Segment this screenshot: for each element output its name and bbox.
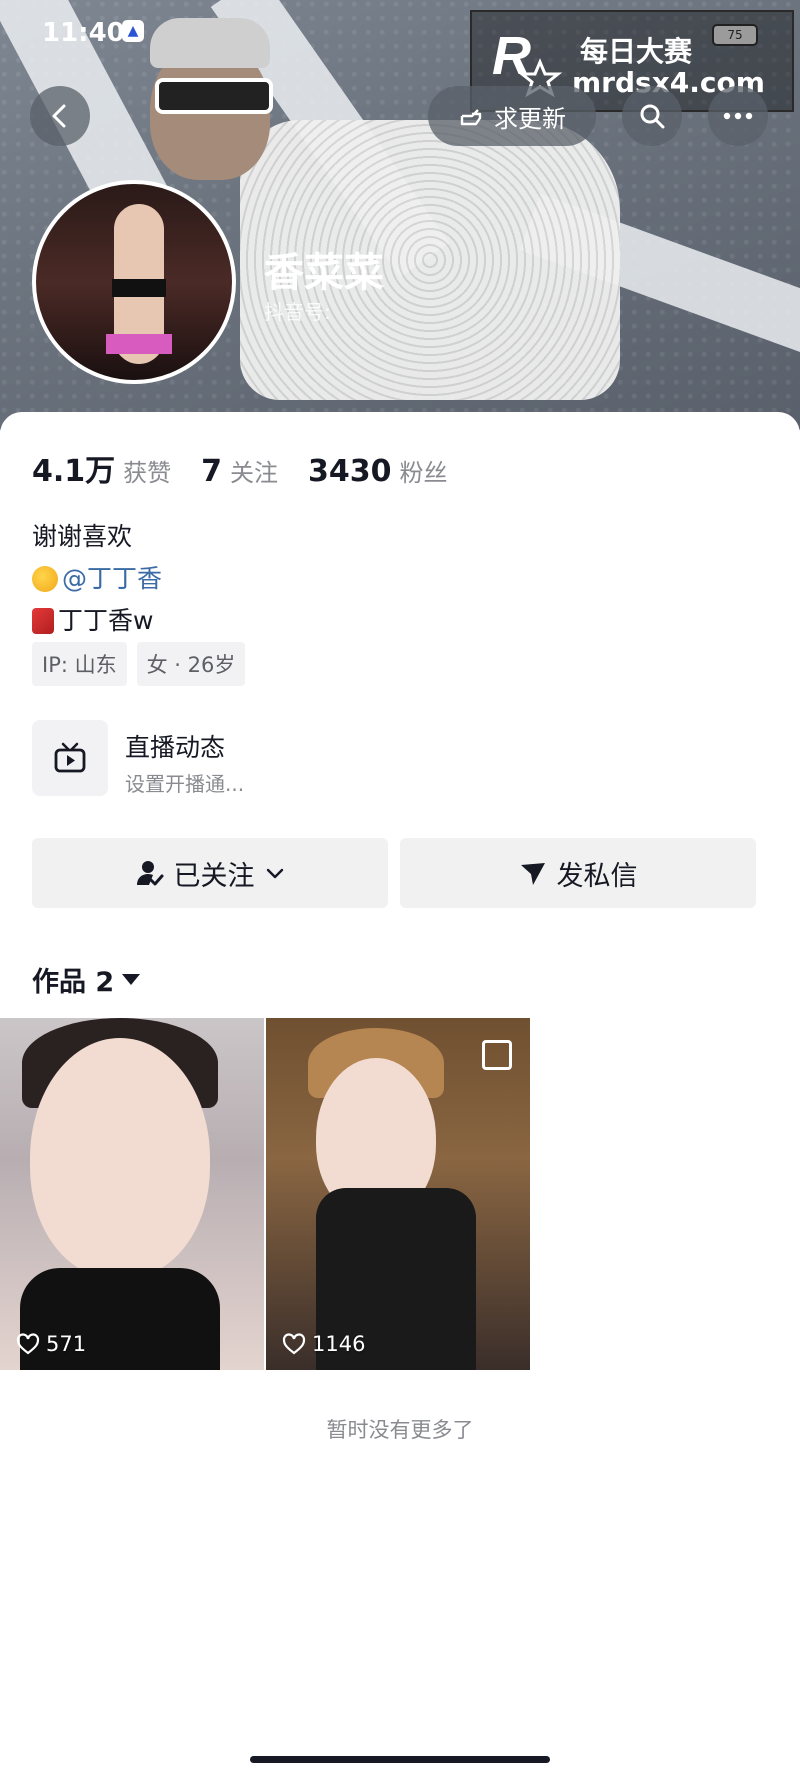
video-like-value: 571	[46, 1332, 87, 1356]
search-icon	[640, 104, 665, 129]
pointing-hand-icon	[460, 109, 482, 126]
video-like-count: 571	[16, 1332, 86, 1356]
avatar-bottom	[106, 334, 172, 354]
profile-tags: IP: 山东 女 · 26岁	[32, 642, 246, 686]
stat-following-label: 关注	[230, 459, 279, 487]
tab-works-label: 作品 2	[32, 967, 115, 998]
kiss-emoji-icon	[32, 566, 58, 592]
live-updates-icon-box[interactable]	[32, 720, 108, 796]
tab-works[interactable]: 作品 2	[32, 960, 141, 999]
more-button[interactable]	[708, 86, 768, 146]
ip-location-tag: IP: 山东	[32, 642, 127, 686]
live-updates-subtitle: 设置开播通...	[125, 772, 245, 796]
status-time: 11:40	[42, 18, 125, 48]
following-button[interactable]: 已关注	[32, 838, 388, 908]
following-button-label: 已关注	[173, 860, 255, 892]
thumb-face	[30, 1038, 210, 1278]
user-check-icon	[136, 861, 163, 886]
stat-likes-label: 获赞	[123, 459, 172, 487]
profile-bio: 谢谢喜欢 @丁丁香 丁丁香w	[32, 516, 162, 642]
douyin-id-label[interactable]: 抖音号:	[264, 296, 331, 325]
send-message-button[interactable]: 发私信	[400, 838, 756, 908]
stat-likes[interactable]: 4.1万 获赞	[32, 446, 171, 490]
search-button[interactable]	[622, 86, 682, 146]
heart-outline-icon	[282, 1333, 306, 1355]
stat-followers[interactable]: 3430 粉丝	[308, 453, 448, 489]
avatar[interactable]	[32, 180, 236, 384]
stat-following[interactable]: 7 关注	[201, 453, 278, 489]
chevron-left-icon	[52, 104, 66, 128]
cover-dog-sunglasses	[155, 78, 273, 114]
bio-line: 丁丁香w	[32, 600, 162, 642]
video-like-count: 1146	[282, 1332, 365, 1356]
profile-nickname: 香菜菜	[264, 250, 384, 296]
video-like-value: 1146	[312, 1332, 366, 1356]
send-message-label: 发私信	[556, 860, 638, 892]
profile-card: 4.1万 获赞 7 关注 3430 粉丝 谢谢喜欢 @丁丁香 丁丁香w IP: 山东 …	[0, 412, 800, 1778]
back-button[interactable]	[30, 86, 90, 146]
video-thumbnail[interactable]: 1146	[266, 1018, 530, 1370]
profile-stats: 4.1万 获赞 7 关注 3430 粉丝	[32, 446, 448, 490]
notification-app-icon: ▲	[122, 20, 144, 42]
video-thumbnail[interactable]: 571	[0, 1018, 264, 1370]
avatar-top	[112, 279, 166, 297]
end-of-list-text: 暂时没有更多了	[326, 1418, 474, 1442]
more-dots-icon	[723, 112, 753, 120]
multi-image-icon	[482, 1040, 512, 1070]
stat-likes-value: 4.1万	[32, 454, 116, 489]
bio-line: 谢谢喜欢	[32, 522, 133, 551]
tv-play-icon	[54, 742, 86, 773]
live-updates-title[interactable]: 直播动态	[125, 728, 225, 764]
bio-line-text: 丁丁香w	[58, 606, 154, 635]
request-update-label: 求更新	[494, 104, 566, 133]
video-grid: 571 1146	[0, 1018, 530, 1370]
bio-mention-line: @丁丁香	[32, 558, 162, 600]
request-update-button[interactable]: 求更新	[428, 86, 596, 146]
stat-followers-value: 3430	[308, 454, 392, 489]
stat-following-value: 7	[201, 454, 223, 489]
send-icon	[520, 863, 545, 885]
caret-down-icon	[122, 974, 141, 985]
watermark-title: 每日大赛	[580, 35, 693, 68]
gender-age-tag: 女 · 26岁	[136, 642, 246, 686]
bio-mention-link[interactable]: @丁丁香	[62, 564, 162, 593]
stat-followers-label: 粉丝	[399, 459, 448, 487]
home-indicator[interactable]	[250, 1756, 550, 1763]
heart-outline-icon	[16, 1333, 40, 1355]
scarf-emoji-icon	[32, 608, 54, 634]
chevron-down-icon	[266, 868, 283, 879]
